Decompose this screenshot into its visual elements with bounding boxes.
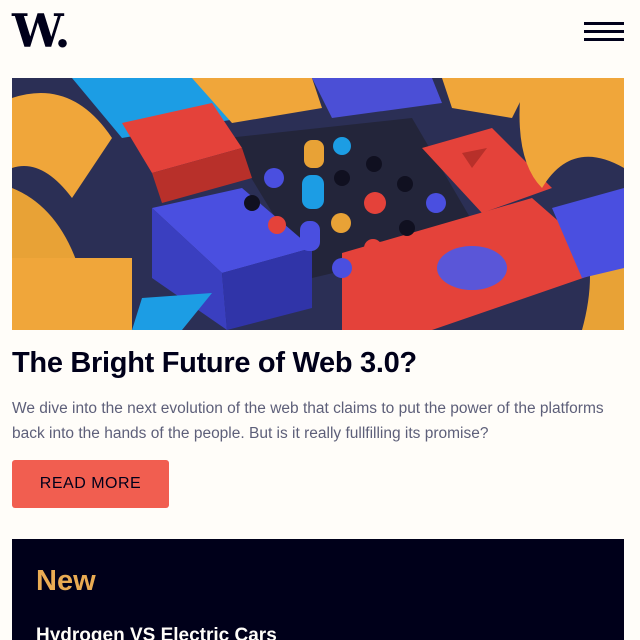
new-article-link[interactable]: Hydrogen VS Electric Cars	[36, 625, 277, 640]
site-logo[interactable]: W.	[12, 6, 70, 56]
site-header: W.	[0, 0, 640, 78]
menu-line	[584, 30, 624, 33]
new-articles-panel: New Hydrogen VS Electric Cars	[12, 539, 624, 640]
hero-image	[12, 78, 624, 330]
menu-line	[584, 38, 624, 41]
hamburger-menu-icon[interactable]	[582, 20, 626, 44]
read-more-button[interactable]: READ MORE	[12, 460, 169, 508]
new-section-heading: New	[36, 565, 96, 597]
colorful-3d-blocks-image	[12, 78, 624, 330]
article-description: We dive into the next evolution of the w…	[12, 400, 604, 442]
menu-line	[584, 22, 624, 25]
article-title[interactable]: The Bright Future of Web 3.0?	[12, 344, 628, 382]
